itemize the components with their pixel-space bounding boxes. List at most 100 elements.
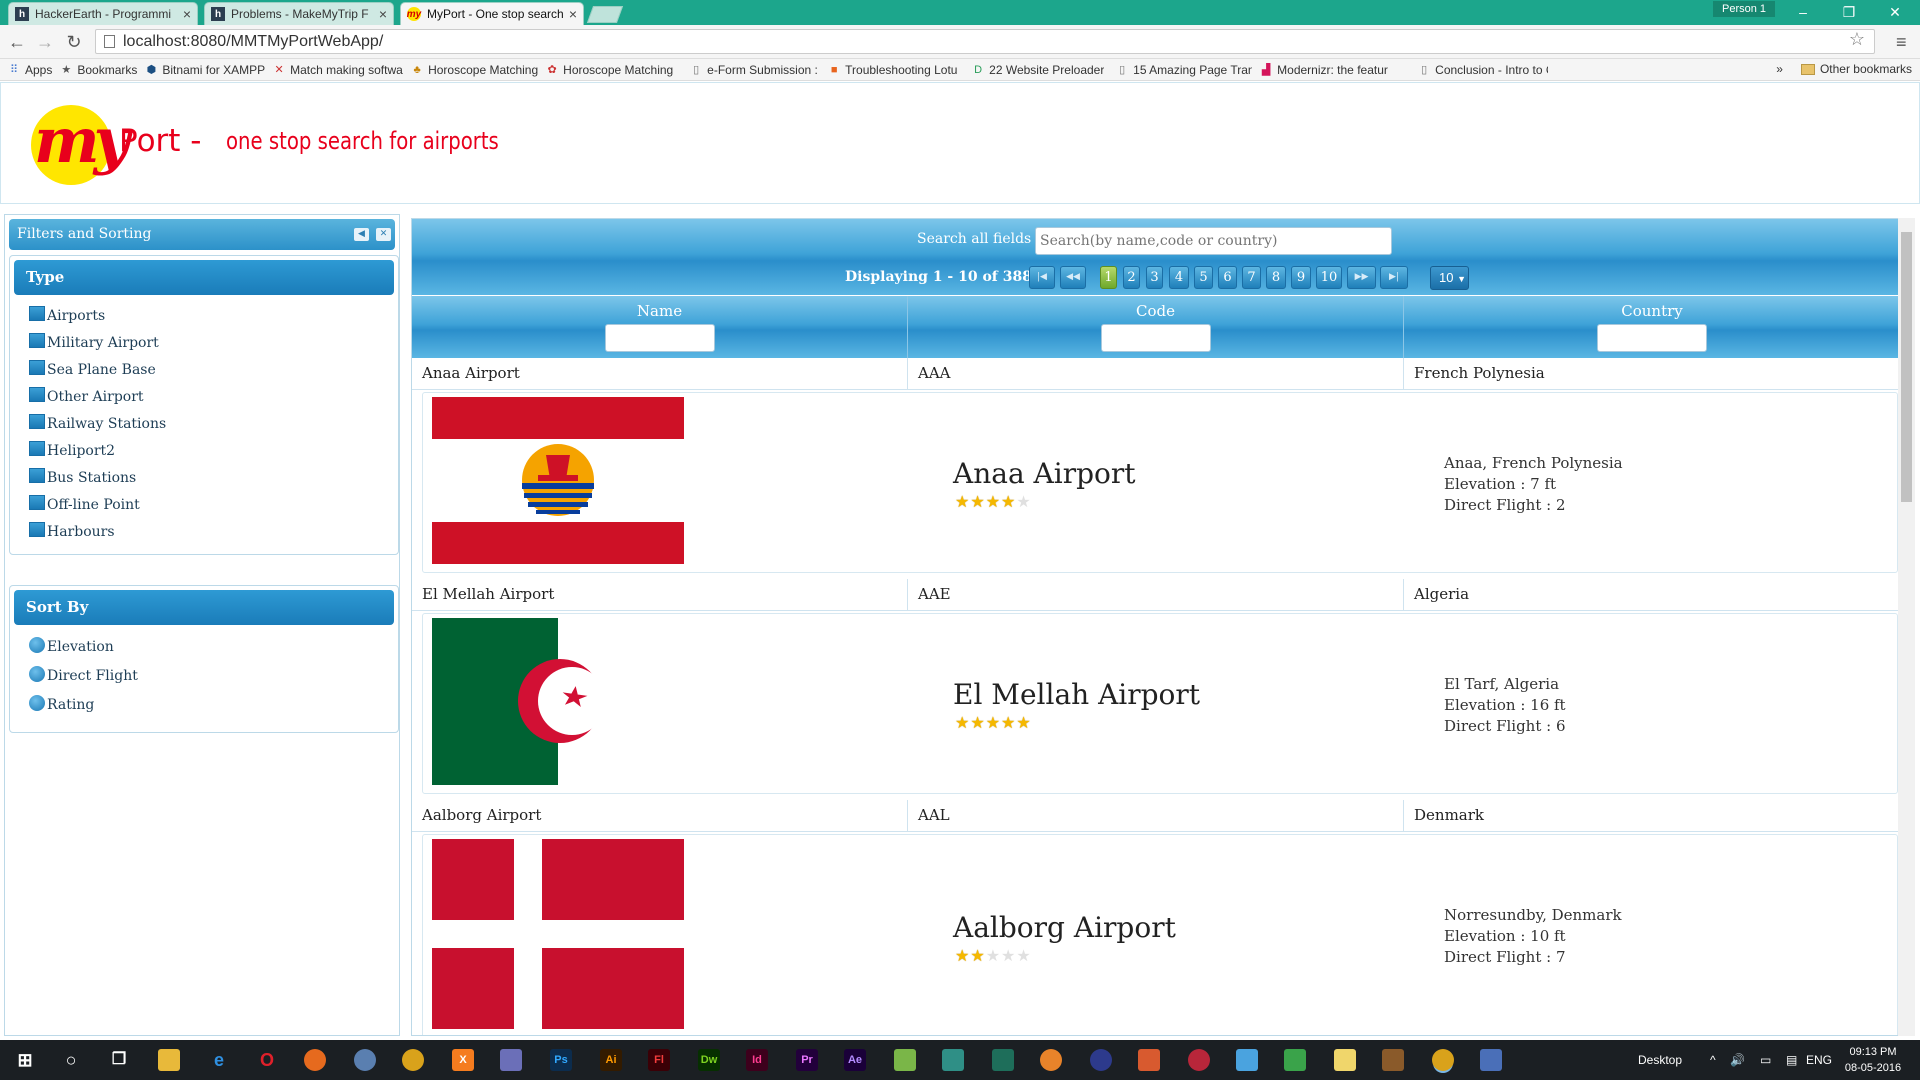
reload-icon[interactable]: ↻ xyxy=(63,31,85,53)
bookmark-item[interactable]: ★ Bookmarks xyxy=(60,63,137,77)
checkbox-icon[interactable] xyxy=(29,305,45,321)
illustrator-icon[interactable]: Ai xyxy=(600,1049,622,1071)
back-arrow-icon[interactable]: ← xyxy=(6,31,28,53)
app-icon[interactable] xyxy=(1090,1049,1112,1071)
url-field[interactable]: localhost:8080/MMTMyPortWebApp/ ☆ xyxy=(95,29,1875,54)
close-icon[interactable]: × xyxy=(569,6,577,22)
code-filter-input[interactable] xyxy=(1101,324,1211,352)
app-icon[interactable] xyxy=(1480,1049,1502,1071)
desktop-toolbar[interactable]: Desktop xyxy=(1638,1040,1682,1080)
system-clock[interactable]: 09:13 PM 08-05-2016 xyxy=(1838,1044,1908,1076)
blender-icon[interactable] xyxy=(1040,1049,1062,1071)
bookmark-item[interactable]: ✿ Horoscope Matching xyxy=(546,63,682,77)
filter-harbours[interactable]: Harbours xyxy=(29,521,115,540)
network-icon[interactable]: ▭ xyxy=(1760,1040,1771,1080)
volume-icon[interactable]: 🔊 xyxy=(1730,1040,1745,1080)
app-icon[interactable] xyxy=(354,1049,376,1071)
dreamweaver-icon[interactable]: Dw xyxy=(698,1049,720,1071)
filter-other-airport[interactable]: Other Airport xyxy=(29,386,144,405)
page-button-10[interactable]: 10 xyxy=(1316,266,1342,289)
bookmark-item[interactable]: ▯ e-Form Submission : A xyxy=(690,63,820,77)
close-icon[interactable]: × xyxy=(379,6,387,22)
radio-icon[interactable] xyxy=(29,695,45,711)
cortana-icon[interactable]: ○ xyxy=(60,1049,82,1071)
radio-icon[interactable] xyxy=(29,666,45,682)
premiere-icon[interactable]: Pr xyxy=(796,1049,818,1071)
collapse-icon[interactable]: ◀ xyxy=(354,228,369,241)
close-icon[interactable]: × xyxy=(183,6,191,22)
column-code[interactable]: Code xyxy=(908,296,1404,358)
app-icon[interactable] xyxy=(1382,1049,1404,1071)
next-page-button[interactable]: ▶▶ xyxy=(1347,266,1376,289)
bookmark-item[interactable]: ▟ Modernizr: the featur xyxy=(1260,63,1410,77)
table-row[interactable]: Aalborg Airport AAL Denmark xyxy=(412,800,1898,832)
app-icon[interactable] xyxy=(942,1049,964,1071)
language-indicator[interactable]: ENG xyxy=(1806,1040,1832,1080)
tab-hackerearth[interactable]: h HackerEarth - Programmi × xyxy=(8,2,198,25)
checkbox-icon[interactable] xyxy=(29,494,45,510)
bookmark-apps[interactable]: ⠿ Apps xyxy=(8,63,52,77)
profile-button[interactable]: Person 1 xyxy=(1713,1,1775,17)
minimize-icon[interactable]: – xyxy=(1780,0,1826,25)
indesign-icon[interactable]: Id xyxy=(746,1049,768,1071)
chevron-right-icon[interactable]: » xyxy=(1776,62,1783,76)
page-size-select[interactable]: 10 ▼ xyxy=(1430,266,1469,290)
checkbox-icon[interactable] xyxy=(29,413,45,429)
chrome-menu-icon[interactable]: ≡ xyxy=(1896,32,1907,53)
table-row[interactable]: Anaa Airport AAA French Polynesia xyxy=(412,358,1898,390)
name-filter-input[interactable] xyxy=(605,324,715,352)
checkbox-icon[interactable] xyxy=(29,332,45,348)
app-icon[interactable] xyxy=(500,1049,522,1071)
app-icon[interactable] xyxy=(1138,1049,1160,1071)
checkbox-icon[interactable] xyxy=(29,521,45,537)
after-effects-icon[interactable]: Ae xyxy=(844,1049,866,1071)
bookmark-item[interactable]: ■ Troubleshooting Lotu xyxy=(828,63,964,77)
page-scrollbar[interactable] xyxy=(1898,218,1915,1036)
country-filter-input[interactable] xyxy=(1597,324,1707,352)
app-icon[interactable] xyxy=(1236,1049,1258,1071)
app-icon[interactable] xyxy=(894,1049,916,1071)
prev-page-button[interactable]: ◀◀ xyxy=(1060,266,1086,289)
column-name[interactable]: Name xyxy=(412,296,908,358)
filter-off-line-point[interactable]: Off-line Point xyxy=(29,494,140,513)
page-button-7[interactable]: 7 xyxy=(1242,266,1261,289)
new-tab-button[interactable] xyxy=(586,6,624,23)
tray-chevron-icon[interactable]: ^ xyxy=(1710,1040,1716,1080)
other-bookmarks[interactable]: » Other bookmarks xyxy=(1776,62,1912,76)
checkbox-icon[interactable] xyxy=(29,440,45,456)
app-icon[interactable] xyxy=(1334,1049,1356,1071)
checkbox-icon[interactable] xyxy=(29,359,45,375)
page-button-8[interactable]: 8 xyxy=(1266,266,1286,289)
restore-icon[interactable]: ❐ xyxy=(1826,0,1872,25)
edge-icon[interactable]: e xyxy=(208,1049,230,1071)
page-button-9[interactable]: 9 xyxy=(1291,266,1311,289)
windows-start-icon[interactable]: ⊞ xyxy=(14,1049,36,1071)
bookmark-item[interactable]: D 22 Website Preloader xyxy=(972,63,1108,77)
page-button-4[interactable]: 4 xyxy=(1169,266,1189,289)
bookmark-item[interactable]: ✕ Match making softwa xyxy=(273,63,403,77)
sort-elevation[interactable]: Elevation xyxy=(29,637,114,655)
opera-icon[interactable]: O xyxy=(256,1049,278,1071)
firefox-icon[interactable] xyxy=(304,1049,326,1071)
filter-railway-stations[interactable]: Railway Stations xyxy=(29,413,166,432)
first-page-button[interactable]: |◀ xyxy=(1029,266,1055,289)
forward-arrow-icon[interactable]: → xyxy=(34,31,56,53)
task-view-icon[interactable]: ❐ xyxy=(108,1049,130,1071)
page-button-6[interactable]: 6 xyxy=(1218,266,1237,289)
page-button-3[interactable]: 3 xyxy=(1146,266,1163,289)
page-button-2[interactable]: 2 xyxy=(1123,266,1140,289)
filter-sea-plane-base[interactable]: Sea Plane Base xyxy=(29,359,156,378)
app-icon[interactable] xyxy=(1188,1049,1210,1071)
tab-myport[interactable]: my MyPort - One stop search × xyxy=(400,2,584,25)
scrollbar-thumb[interactable] xyxy=(1901,232,1912,502)
table-row[interactable]: El Mellah Airport AAE Algeria xyxy=(412,579,1898,611)
filter-heliport[interactable]: Heliport2 xyxy=(29,440,115,459)
filter-bus-stations[interactable]: Bus Stations xyxy=(29,467,136,486)
bookmark-item[interactable]: ⬢ Bitnami for XAMPP xyxy=(145,63,266,77)
chrome-active-icon[interactable] xyxy=(1432,1049,1454,1071)
bookmark-star-icon[interactable]: ☆ xyxy=(1849,30,1865,48)
filter-military-airport[interactable]: Military Airport xyxy=(29,332,159,351)
chrome-icon[interactable] xyxy=(402,1049,424,1071)
page-button-1[interactable]: 1 xyxy=(1100,266,1117,289)
window-close-icon[interactable]: ✕ xyxy=(1872,0,1918,25)
